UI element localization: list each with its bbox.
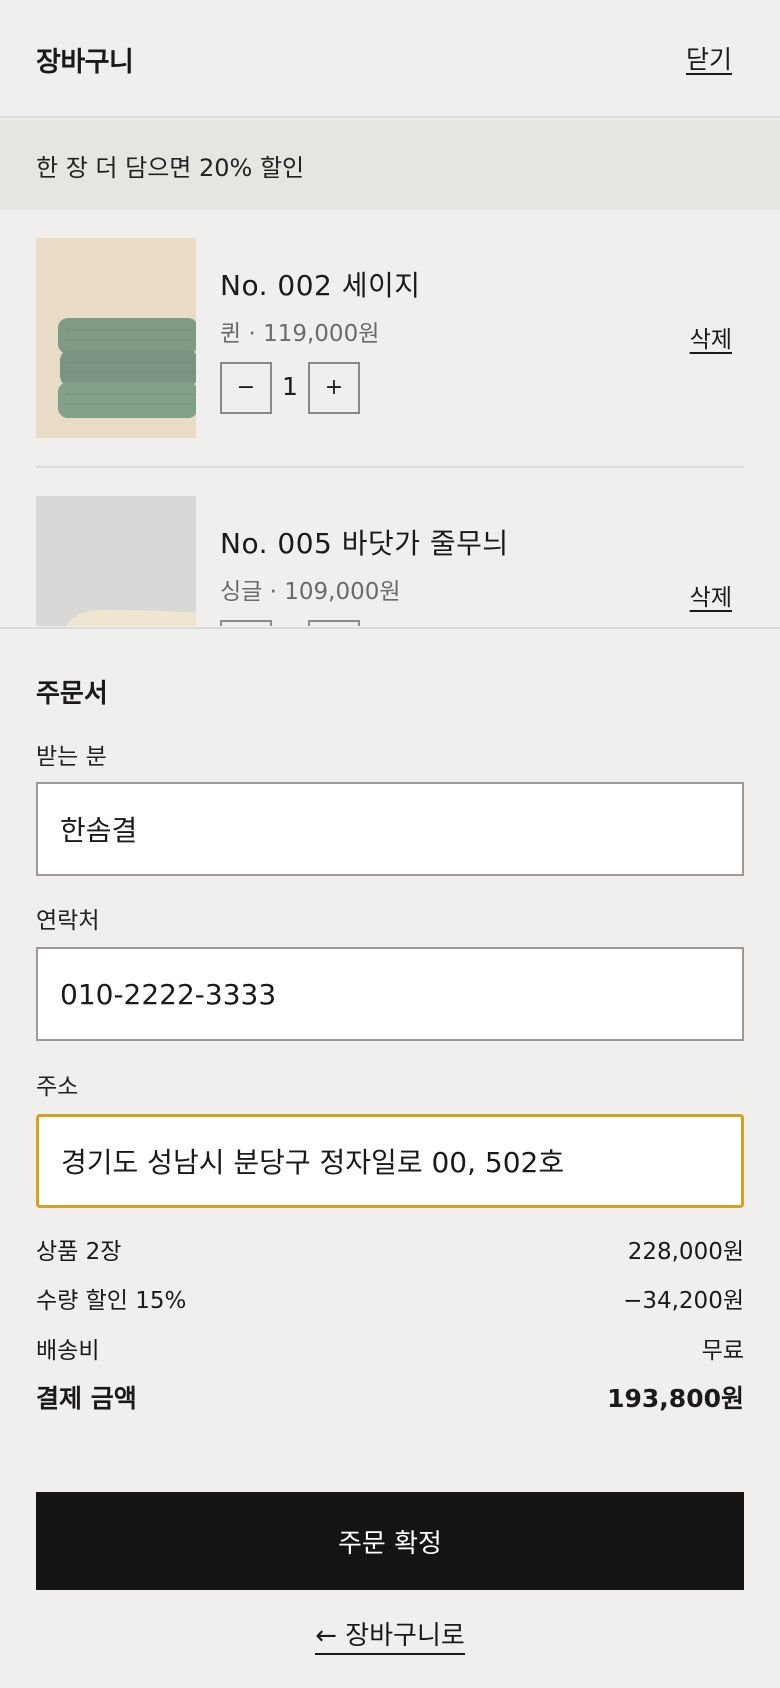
phone-input[interactable] (36, 947, 744, 1041)
recipient-input[interactable] (36, 782, 744, 876)
promo-banner: 한 장 더 담으면 20% 할인 (0, 120, 780, 210)
close-link[interactable]: 닫기 (686, 40, 732, 76)
page-title: 장바구니 (36, 47, 134, 78)
shipping-value: 무료 (701, 1338, 744, 1364)
promo-text: 한 장 더 담으면 20% 할인 (36, 154, 305, 182)
order-title: 주문서 (36, 679, 108, 709)
order-sheet: 주문서 받는 분 연락처 주소 상품 2장 228,000원 수량 할인 15%… (0, 627, 780, 1688)
back-to-cart-label: ← 장바구니로 (315, 1621, 465, 1655)
cart-item: No. 002 세이지 퀸 · 119,000원 − 1 + 삭제 (36, 238, 744, 468)
delete-item-link[interactable]: 삭제 (690, 578, 732, 612)
item-name: No. 005 바닷가 줄무늬 (220, 527, 509, 560)
subtotal-value: 228,000원 (627, 1239, 744, 1265)
address-label: 주소 (36, 1074, 79, 1100)
increase-quantity-button[interactable]: + (308, 362, 360, 414)
shipping-label: 배송비 (36, 1338, 100, 1364)
product-image-striped-towel (36, 496, 196, 626)
cart-item: No. 005 바닷가 줄무늬 싱글 · 109,000원 − 1 + 삭제 (36, 496, 744, 626)
product-image-sage-towel (36, 238, 196, 438)
item-meta: 싱글 · 109,000원 (220, 579, 401, 605)
confirm-order-button[interactable]: 주문 확정 (36, 1492, 744, 1590)
subtotal-label: 상품 2장 (36, 1239, 122, 1265)
increase-quantity-button[interactable]: + (308, 620, 360, 626)
back-to-cart-link[interactable]: ← 장바구니로 (0, 1615, 780, 1655)
recipient-label: 받는 분 (36, 744, 107, 770)
total-label: 결제 금액 (36, 1384, 137, 1413)
item-meta: 퀸 · 119,000원 (220, 321, 380, 347)
address-input[interactable] (36, 1114, 744, 1208)
cart-header: 장바구니 닫기 (0, 0, 780, 118)
phone-label: 연락처 (36, 908, 100, 934)
decrease-quantity-button[interactable]: − (220, 362, 272, 414)
quantity-value: 1 (282, 372, 298, 401)
total-value: 193,800원 (607, 1384, 744, 1413)
delete-item-link[interactable]: 삭제 (690, 320, 732, 354)
discount-value: −34,200원 (623, 1288, 744, 1314)
decrease-quantity-button[interactable]: − (220, 620, 272, 626)
item-name: No. 002 세이지 (220, 269, 421, 302)
discount-label: 수량 할인 15% (36, 1288, 187, 1314)
